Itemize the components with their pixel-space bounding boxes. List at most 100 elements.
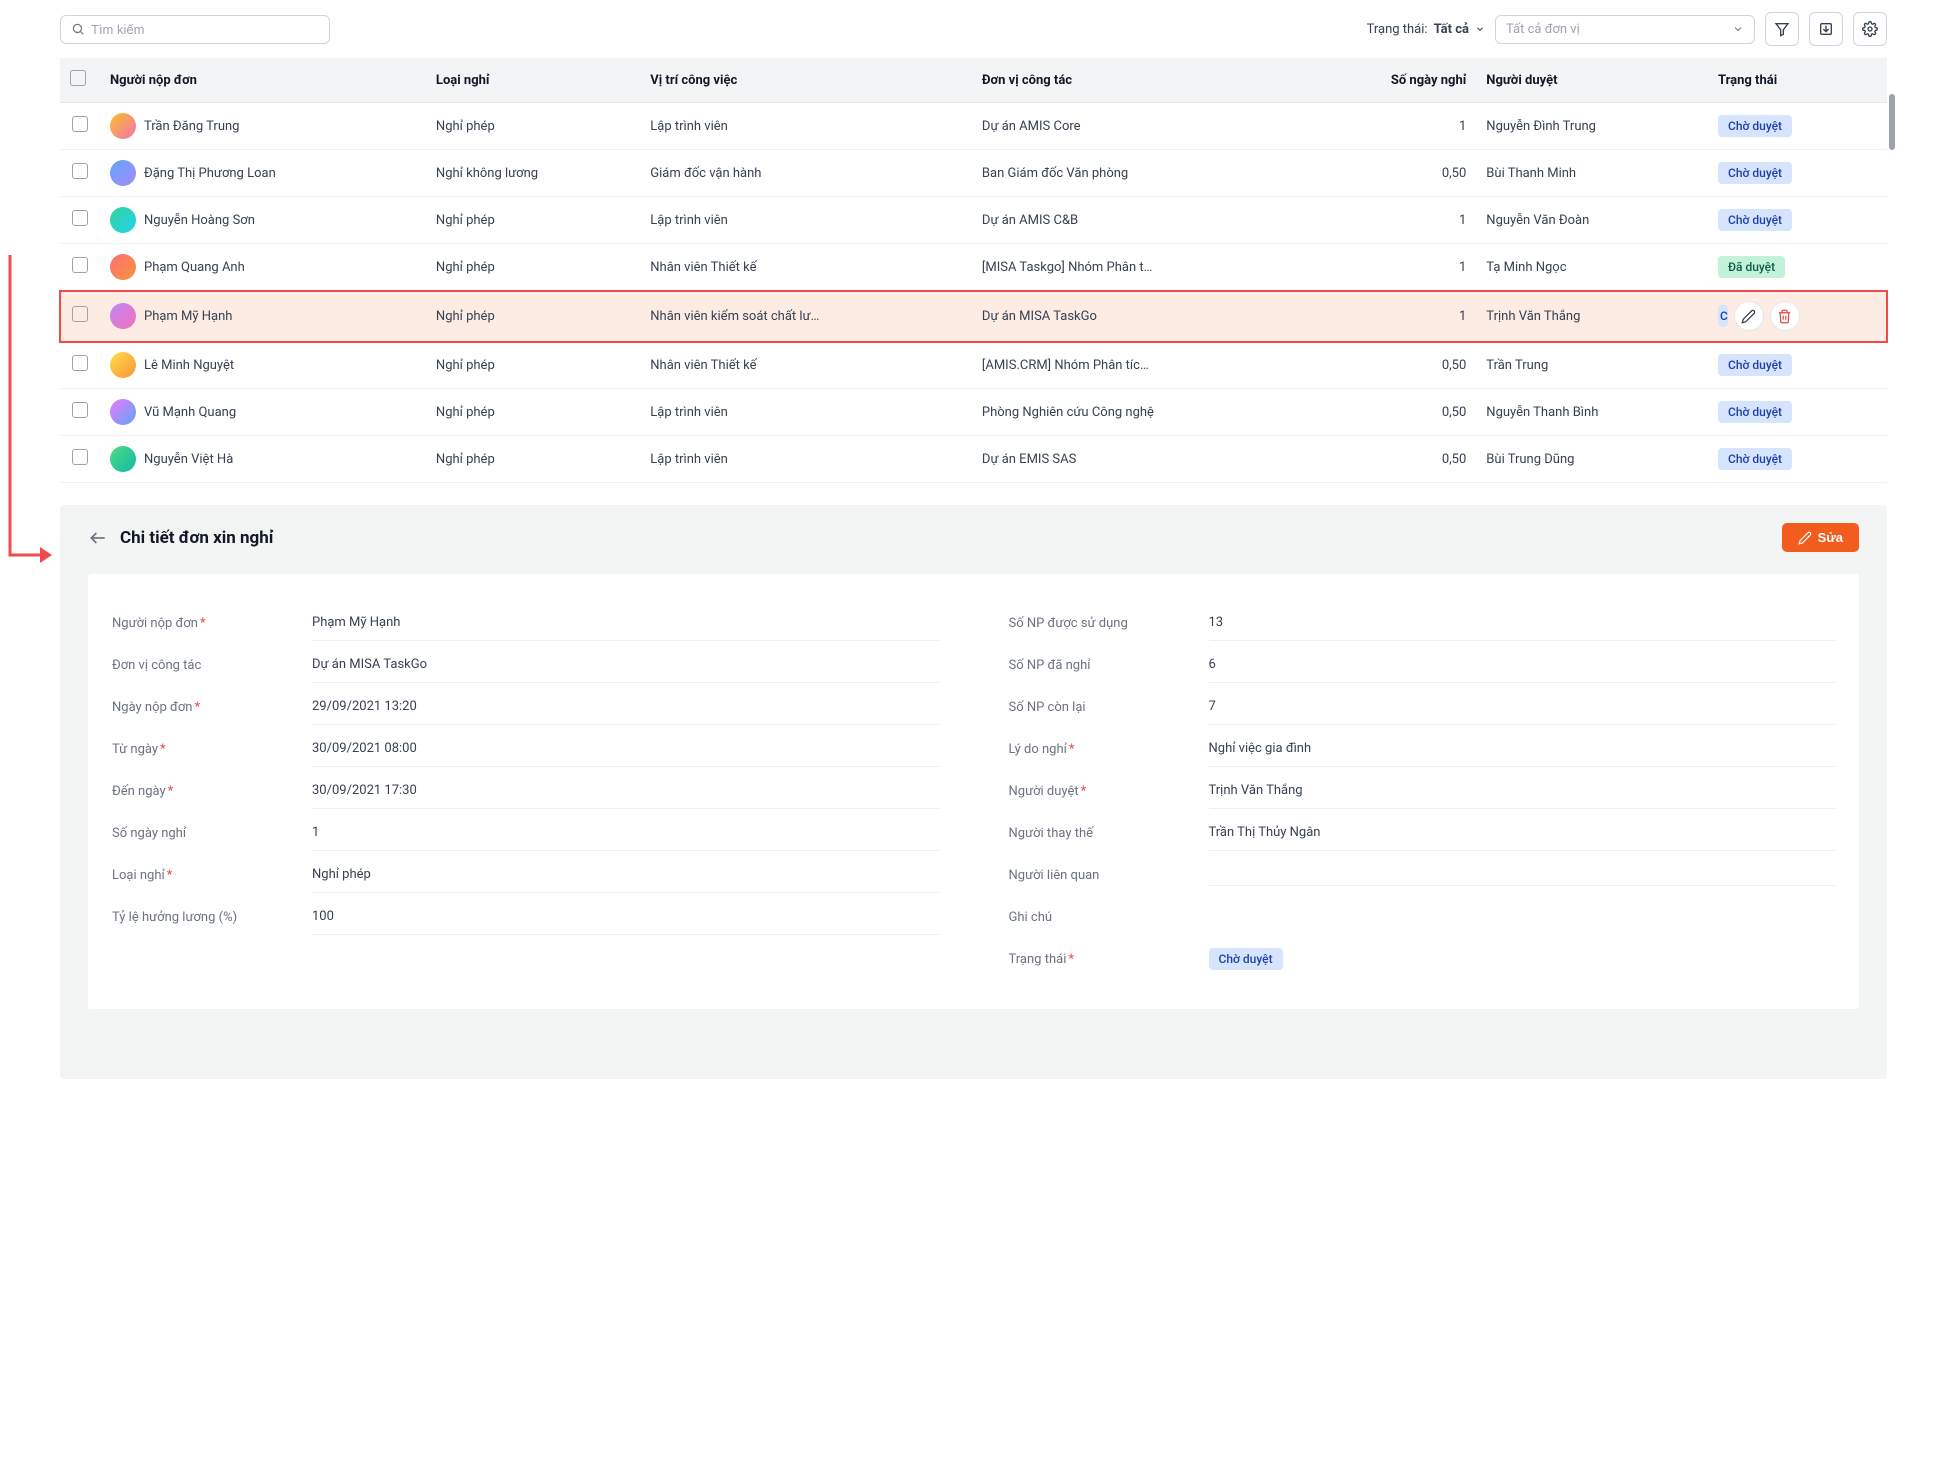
status-badge: Đã duyệt [1718, 256, 1785, 278]
cell-position: Lập trình viên [640, 389, 972, 436]
table-row[interactable]: Phạm Mỹ Hạnh Nghỉ phép Nhân viên kiểm so… [60, 291, 1887, 342]
cell-days: 1 [1309, 103, 1476, 150]
detail-panel: Chi tiết đơn xin nghỉ Sửa Người nộp đơn*… [60, 505, 1887, 1079]
department-select[interactable]: Tất cả đơn vị [1495, 15, 1755, 44]
cell-status: C [1708, 291, 1887, 342]
cell-applicant: Nguyễn Việt Hà [144, 452, 233, 467]
filter-button[interactable] [1765, 12, 1799, 46]
status-badge: Chờ duyệt [1718, 448, 1792, 470]
avatar [110, 254, 136, 280]
label-reason: Lý do nghỉ* [1009, 742, 1209, 757]
table-row[interactable]: Nguyễn Việt Hà Nghỉ phép Lập trình viên … [60, 436, 1887, 483]
cell-days: 0,50 [1309, 150, 1476, 197]
cell-department: [AMIS.CRM] Nhóm Phân tíc… [972, 342, 1309, 389]
chevron-down-icon [1732, 23, 1744, 35]
avatar [110, 160, 136, 186]
row-edit-button[interactable] [1734, 301, 1764, 331]
scrollbar-thumb[interactable] [1889, 94, 1895, 150]
row-checkbox[interactable] [72, 116, 88, 132]
cell-leave-type: Nghỉ phép [426, 436, 640, 483]
avatar [110, 352, 136, 378]
cell-position: Giám đốc vận hành [640, 150, 972, 197]
table-row[interactable]: Lê Minh Nguyệt Nghỉ phép Nhân viên Thiết… [60, 342, 1887, 389]
row-delete-button[interactable] [1770, 301, 1800, 331]
label-approver: Người duyệt* [1009, 784, 1209, 799]
arrow-left-icon [88, 528, 108, 548]
label-from-date: Từ ngày* [112, 742, 312, 757]
table-row[interactable]: Trần Đăng Trung Nghỉ phép Lập trình viên… [60, 103, 1887, 150]
cell-approver: Nguyễn Đình Trung [1476, 103, 1708, 150]
cell-department: Dự án EMIS SAS [972, 436, 1309, 483]
row-checkbox[interactable] [72, 306, 88, 322]
cell-applicant: Lê Minh Nguyệt [144, 358, 234, 373]
table-row[interactable]: Nguyễn Hoàng Sơn Nghỉ phép Lập trình viê… [60, 197, 1887, 244]
table-row[interactable]: Phạm Quang Anh Nghỉ phép Nhân viên Thiết… [60, 244, 1887, 291]
avatar [110, 207, 136, 233]
back-button[interactable] [88, 528, 108, 548]
gear-icon [1862, 21, 1878, 37]
cell-approver: Trịnh Văn Thắng [1476, 291, 1708, 342]
col-status[interactable]: Trạng thái [1708, 58, 1887, 103]
col-leave-type[interactable]: Loại nghỉ [426, 58, 640, 103]
cell-position: Lập trình viên [640, 103, 972, 150]
cell-applicant: Vũ Mạnh Quang [144, 405, 236, 420]
status-badge: Chờ duyệt [1718, 115, 1792, 137]
col-approver[interactable]: Người duyệt [1476, 58, 1708, 103]
cell-leave-type: Nghỉ phép [426, 244, 640, 291]
cell-status: Chờ duyệt [1708, 150, 1887, 197]
col-applicant[interactable]: Người nộp đơn [100, 58, 426, 103]
row-checkbox[interactable] [72, 355, 88, 371]
search-field[interactable] [91, 22, 319, 37]
settings-button[interactable] [1853, 12, 1887, 46]
pencil-icon [1798, 531, 1812, 545]
cell-approver: Nguyễn Thanh Bình [1476, 389, 1708, 436]
col-position[interactable]: Vị trí công việc [640, 58, 972, 103]
cell-status: Chờ duyệt [1708, 436, 1887, 483]
label-related: Người liên quan [1009, 868, 1209, 883]
value-salary-pct: 100 [312, 899, 939, 935]
value-np-used: 6 [1209, 647, 1836, 683]
cell-approver: Bùi Trung Dũng [1476, 436, 1708, 483]
edit-button-label: Sửa [1818, 530, 1843, 545]
cell-leave-type: Nghỉ phép [426, 197, 640, 244]
cell-status: Chờ duyệt [1708, 389, 1887, 436]
cell-department: [MISA Taskgo] Nhóm Phân t… [972, 244, 1309, 291]
label-applicant: Người nộp đơn* [112, 616, 312, 631]
status-badge: Chờ duyệt [1718, 354, 1792, 376]
label-status: Trạng thái* [1009, 952, 1209, 967]
status-filter[interactable]: Trạng thái: Tất cả [1367, 22, 1485, 37]
table-row[interactable]: Vũ Mạnh Quang Nghỉ phép Lập trình viên P… [60, 389, 1887, 436]
filter-icon [1774, 21, 1790, 37]
col-department[interactable]: Đơn vị công tác [972, 58, 1309, 103]
value-department: Dự án MISA TaskGo [312, 647, 939, 683]
cell-applicant: Phạm Quang Anh [144, 260, 245, 275]
cell-days: 0,50 [1309, 436, 1476, 483]
avatar [110, 303, 136, 329]
table-row[interactable]: Đặng Thị Phương Loan Nghỉ không lương Gi… [60, 150, 1887, 197]
row-checkbox[interactable] [72, 210, 88, 226]
export-icon [1818, 21, 1834, 37]
export-button[interactable] [1809, 12, 1843, 46]
value-days: 1 [312, 815, 939, 851]
cell-department: Dự án MISA TaskGo [972, 291, 1309, 342]
row-checkbox[interactable] [72, 449, 88, 465]
edit-button[interactable]: Sửa [1782, 523, 1859, 552]
cell-position: Nhân viên Thiết kế [640, 244, 972, 291]
label-department: Đơn vị công tác [112, 658, 312, 673]
cell-days: 1 [1309, 244, 1476, 291]
label-to-date: Đến ngày* [112, 784, 312, 799]
value-substitute: Trần Thị Thủy Ngân [1209, 815, 1836, 851]
leave-requests-table: Người nộp đơn Loại nghỉ Vị trí công việc… [60, 58, 1887, 483]
cell-department: Ban Giám đốc Văn phòng [972, 150, 1309, 197]
row-checkbox[interactable] [72, 402, 88, 418]
chevron-down-icon [1475, 24, 1485, 34]
row-checkbox[interactable] [72, 257, 88, 273]
row-checkbox[interactable] [72, 163, 88, 179]
col-days[interactable]: Số ngày nghỉ [1309, 58, 1476, 103]
cell-leave-type: Nghỉ phép [426, 103, 640, 150]
select-all-checkbox[interactable] [70, 70, 86, 86]
search-input[interactable] [60, 15, 330, 44]
label-note: Ghi chú [1009, 910, 1209, 925]
cell-position: Lập trình viên [640, 436, 972, 483]
value-applicant: Phạm Mỹ Hạnh [312, 605, 939, 641]
